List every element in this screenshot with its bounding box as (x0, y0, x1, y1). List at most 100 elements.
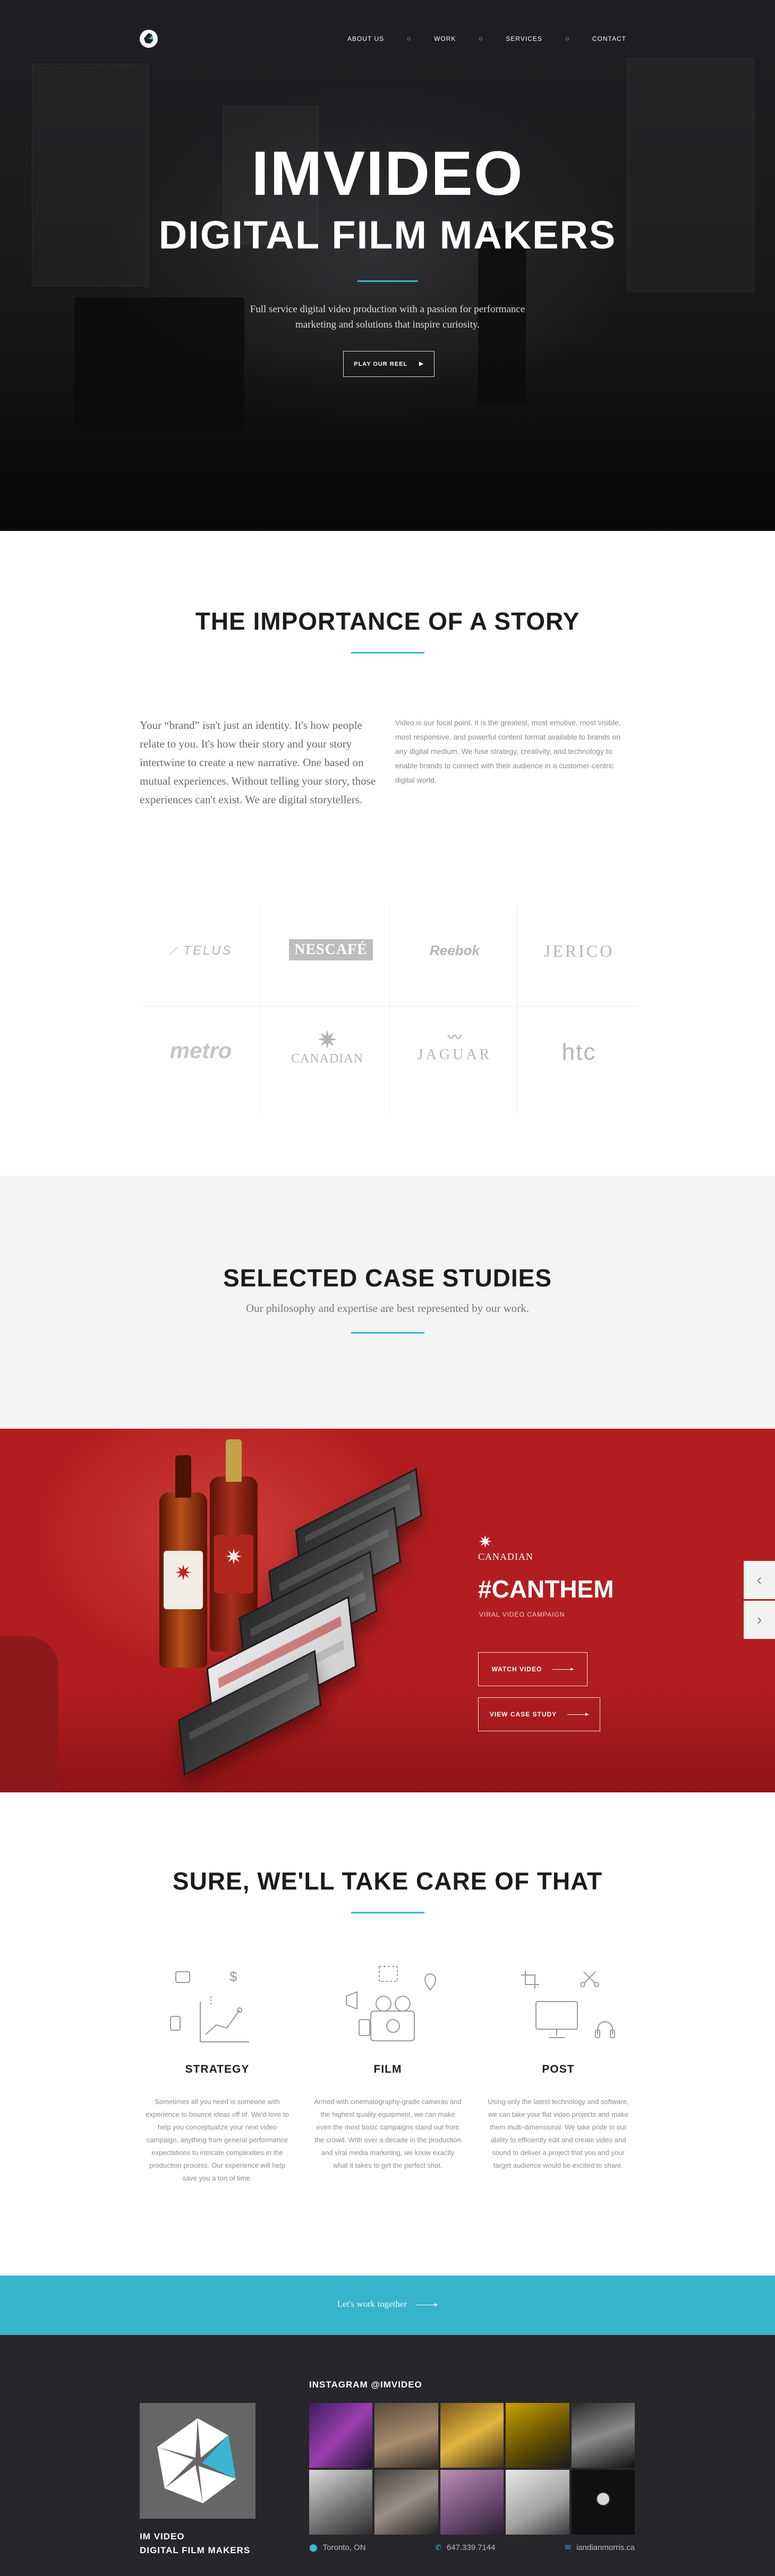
client-name: NESCAFÉ (289, 939, 373, 960)
client-logo-reebok: Reebok (394, 942, 516, 959)
footer-company-name: IM VIDEO DIGITAL FILM MAKERS (140, 2530, 250, 2557)
nav-services[interactable]: SERVICES (506, 35, 542, 42)
phone-text: 647.339.7144 (446, 2543, 496, 2552)
instagram-photo[interactable] (506, 2403, 569, 2468)
services-section: SURE, WE'LL TAKE CARE OF THAT $ STRATEGY… (0, 1792, 775, 2276)
footer-logo-icon (140, 2403, 256, 2519)
client-name: CANADIAN (291, 1052, 363, 1066)
footer-name-line: IM VIDEO (140, 2531, 185, 2541)
footer: IM VIDEO DIGITAL FILM MAKERS INSTAGRAM @… (0, 2335, 775, 2576)
play-reel-label: PLAY OUR REEL (354, 360, 408, 367)
case-study-slider: ✷ ✷ (0, 1429, 775, 1792)
client-name: JAGUAR (417, 1046, 492, 1063)
case-studies-header: SELECTED CASE STUDIES Our philosophy and… (0, 1176, 775, 1429)
contact-info: ⬤ Toronto, ON ✆ 647.339.7144 ✉ iandianmo… (309, 2543, 635, 2552)
chevron-right-icon: › (756, 1611, 762, 1628)
instagram-photo[interactable] (571, 2403, 635, 2468)
slider-prev-button[interactable]: ‹ (744, 1561, 775, 1599)
client-logo-metro: metro (140, 1038, 262, 1063)
client-logo-jaguar: 〰 JAGUAR (394, 1028, 516, 1063)
service-description: Armed with cinematography-grade cameras … (314, 2098, 462, 2169)
client-name: Reebok (430, 942, 480, 958)
cta-link[interactable]: Let's work together (0, 2299, 775, 2309)
client-name: TELUS (183, 943, 233, 958)
contact-email[interactable]: ✉ iandianmorris.ca (565, 2543, 635, 2552)
story-accent-line (351, 652, 424, 654)
contact-phone[interactable]: ✆ 647.339.7144 (435, 2543, 496, 2552)
background-figure (0, 1636, 58, 1792)
camera-icon (346, 1966, 437, 2041)
case-accent-line (351, 1332, 424, 1334)
contact-location: ⬤ Toronto, ON (309, 2543, 366, 2552)
instagram-photo[interactable] (309, 2470, 373, 2535)
location-pin-icon: ⬤ (309, 2543, 318, 2552)
client-name: htc (561, 1039, 597, 1065)
service-description: Sometimes all you need is someone with e… (146, 2098, 289, 2182)
service-title: STRATEGY (185, 2063, 250, 2075)
client-logo-htc: htc (518, 1039, 640, 1066)
client-logo-jerico: JERICO (518, 941, 640, 961)
nav-contact[interactable]: CONTACT (592, 35, 626, 42)
service-description: Using only the latest technology and sof… (488, 2098, 629, 2169)
chevron-left-icon: ‹ (756, 1571, 762, 1588)
hero-title: IMVIDEO (251, 139, 524, 209)
cta-label: Let's work together (337, 2299, 407, 2309)
service-title: FILM (373, 2063, 402, 2075)
watch-video-label: WATCH VIDEO (491, 1665, 542, 1673)
instagram-photo[interactable] (374, 2470, 438, 2535)
instagram-photo[interactable] (440, 2403, 504, 2468)
story-heading: THE IMPORTANCE OF A STORY (195, 607, 580, 635)
cta-banner[interactable]: Let's work together (0, 2276, 775, 2335)
hero-section: ABOUT US WORK SERVICES CONTACT IMVIDEO D… (0, 0, 775, 531)
instagram-photo[interactable] (374, 2403, 438, 2468)
strategy-icon: $ (170, 1969, 249, 2042)
story-body-text: Video is our focal point. It is the grea… (395, 718, 621, 784)
maple-leaf-icon: ✷ (174, 1561, 192, 1585)
client-logo-nescafe: NESCAFÉ (270, 939, 392, 960)
monitor-icon (521, 1971, 615, 2038)
nav-separator (565, 37, 569, 40)
client-logo-grid: ⟋ TELUS NESCAFÉ Reebok JERICO metro ✷ CA… (140, 905, 639, 1114)
case-brand-name: CANADIAN (478, 1551, 533, 1562)
main-nav: ABOUT US WORK SERVICES CONTACT (347, 35, 626, 42)
case-title: #CANTHEM (478, 1575, 614, 1603)
location-text: Toronto, ON (322, 2543, 366, 2552)
hero-subtitle: DIGITAL FILM MAKERS (158, 213, 617, 257)
hero-description-line: Full service digital video production wi… (250, 304, 525, 315)
instagram-heading: INSTAGRAM @IMVIDEO (309, 2380, 422, 2390)
jaguar-leaper-icon: 〰 (447, 1029, 462, 1045)
svg-text:$: $ (229, 1969, 237, 1985)
hero-description: Full service digital video production wi… (0, 302, 775, 332)
footer-name-line: DIGITAL FILM MAKERS (140, 2545, 251, 2555)
case-studies-heading: SELECTED CASE STUDIES (223, 1264, 552, 1292)
client-name: metro (169, 1038, 232, 1063)
case-studies-subtitle: Our philosophy and expertise are best re… (245, 1302, 529, 1315)
logo-icon[interactable] (140, 30, 158, 48)
view-case-study-button[interactable]: VIEW CASE STUDY (478, 1697, 600, 1731)
slider-next-button[interactable]: › (744, 1601, 775, 1639)
watch-video-button[interactable]: WATCH VIDEO (478, 1652, 587, 1686)
instagram-photo[interactable] (440, 2470, 504, 2535)
phone-icon: ✆ (435, 2543, 441, 2552)
instagram-photo[interactable] (309, 2403, 373, 2468)
email-text: iandianmorris.ca (576, 2543, 635, 2552)
hero-accent-line (357, 280, 418, 282)
instagram-photo[interactable] (571, 2470, 635, 2535)
client-logo-canadian: ✷ CANADIAN (266, 1028, 388, 1066)
case-brand-logo: ✷ CANADIAN (478, 1533, 533, 1562)
nav-about[interactable]: ABOUT US (347, 35, 384, 42)
play-icon: ▶ (419, 361, 424, 367)
nav-separator (407, 37, 411, 40)
case-tag: VIRAL VIDEO CAMPAIGN (479, 1611, 565, 1618)
maple-leaf-icon: ✷ (225, 1545, 243, 1569)
arrow-right-icon (567, 1712, 589, 1716)
mail-icon: ✉ (565, 2543, 571, 2552)
instagram-photo[interactable] (506, 2470, 569, 2535)
nav-separator (479, 37, 483, 40)
nav-work[interactable]: WORK (434, 35, 456, 42)
grid-divider (389, 905, 390, 1114)
play-reel-button[interactable]: PLAY OUR REEL ▶ (343, 351, 435, 377)
client-name: JERICO (543, 941, 615, 960)
instagram-grid (309, 2403, 635, 2535)
view-case-study-label: VIEW CASE STUDY (489, 1711, 557, 1718)
